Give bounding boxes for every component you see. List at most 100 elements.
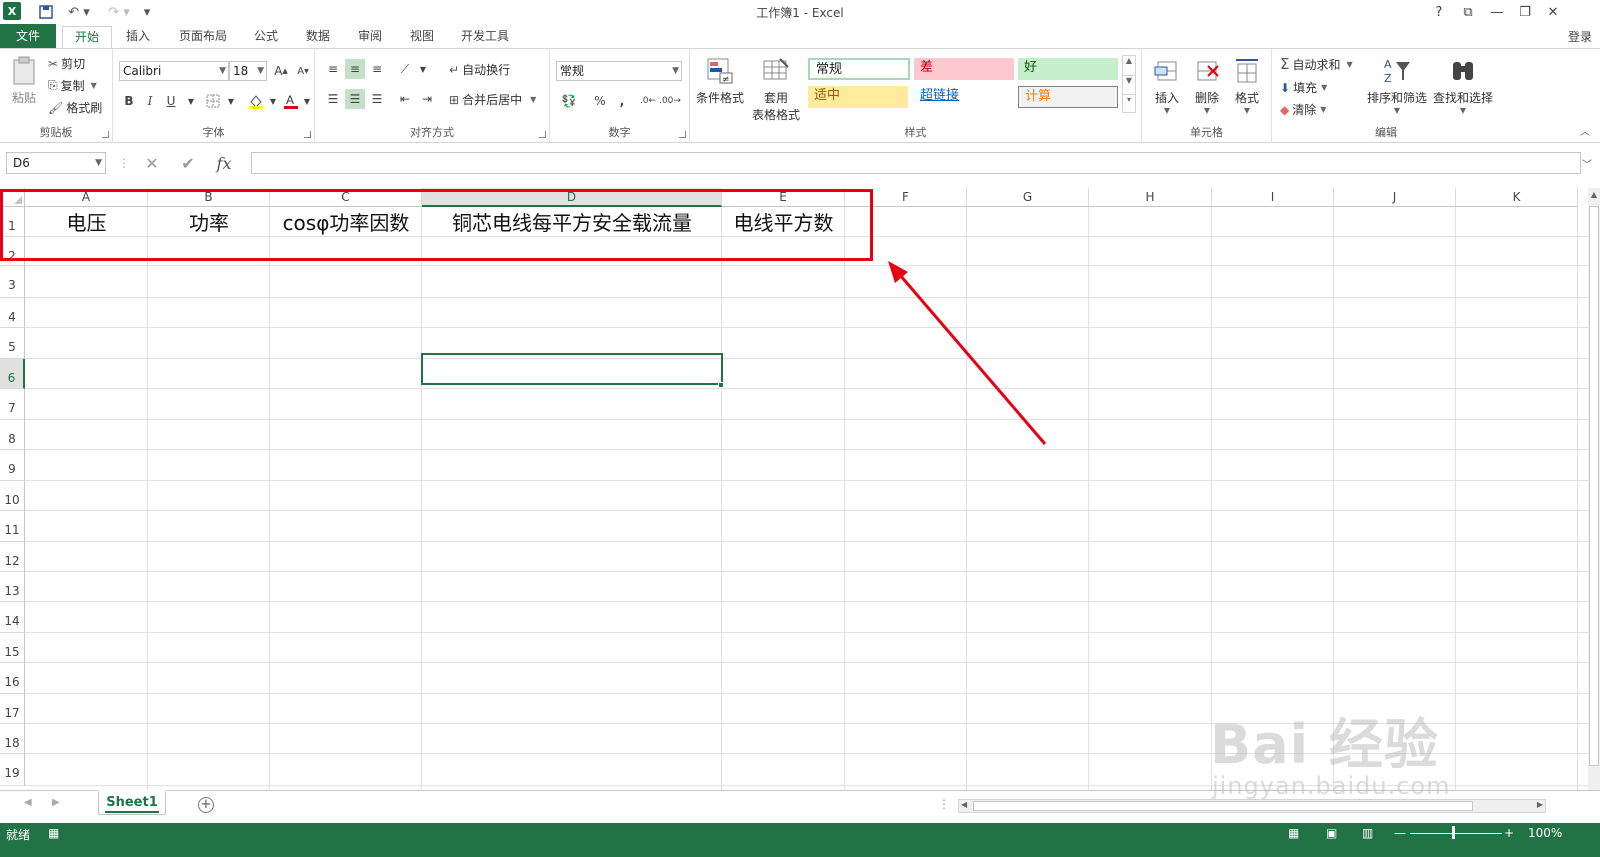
increase-indent-icon[interactable]: ⇥ (417, 89, 437, 109)
percent-button[interactable]: % (590, 91, 610, 111)
find-select-button[interactable]: 查找和选择 ▼ (1430, 55, 1496, 115)
vertical-scroll-thumb[interactable] (1589, 206, 1599, 766)
tab-page-layout[interactable]: 页面布局 (170, 26, 236, 49)
wrap-text-button[interactable]: ↵ 自动换行 (449, 61, 510, 78)
zoom-in-icon[interactable]: + (1504, 826, 1514, 840)
confirm-entry-icon[interactable]: ✔ (174, 152, 202, 174)
align-top-icon[interactable]: ≡ (323, 59, 343, 79)
style-calculation[interactable]: 计算 (1018, 86, 1118, 108)
increase-decimal-icon[interactable]: .0← (638, 91, 658, 111)
page-break-view-icon[interactable]: ▥ (1362, 826, 1373, 840)
clipboard-dialog-launcher[interactable] (102, 131, 109, 138)
tab-developer[interactable]: 开发工具 (452, 26, 518, 49)
merge-center-button[interactable]: ⊞ 合并后居中 ▼ (449, 91, 536, 108)
tab-review[interactable]: 审阅 (350, 26, 390, 49)
tab-file[interactable]: 文件 (0, 24, 56, 49)
next-sheet-icon[interactable]: ▶ (52, 797, 60, 808)
font-name-combo[interactable]: Calibri ▼ (119, 61, 229, 81)
chevron-down-icon[interactable]: ▼ (221, 91, 241, 111)
decrease-decimal-icon[interactable]: .00→ (659, 91, 681, 111)
comma-button[interactable]: , (612, 91, 632, 111)
insert-cells-button[interactable]: 插入 ▼ (1148, 55, 1186, 115)
cancel-entry-icon[interactable]: ✕ (138, 152, 166, 174)
name-box[interactable]: D6 ▼ (6, 152, 106, 174)
help-button[interactable]: ? (1426, 2, 1452, 22)
format-painter-button[interactable]: 🖌 格式刷 (48, 99, 102, 116)
chevron-down-icon[interactable]: ▼ (1123, 75, 1135, 94)
orientation-icon[interactable]: ⟋ (395, 59, 415, 79)
autosum-button[interactable]: Σ 自动求和 ▼ (1280, 55, 1353, 73)
collapse-ribbon-icon[interactable]: ︿ (1580, 123, 1590, 138)
scroll-right-icon[interactable]: ▶ (1537, 800, 1543, 809)
tab-formulas[interactable]: 公式 (246, 26, 286, 49)
scroll-left-icon[interactable]: ◀ (961, 800, 967, 809)
more-styles-icon[interactable]: ▾ (1123, 94, 1135, 112)
align-left-icon[interactable]: ☰ (323, 89, 343, 109)
horizontal-scrollbar[interactable]: ◀ ▶ (958, 799, 1546, 813)
paste-button[interactable]: 粘贴 (6, 55, 42, 106)
number-dialog-launcher[interactable] (679, 131, 686, 138)
align-bottom-icon[interactable]: ≡ (367, 59, 387, 79)
tab-home[interactable]: 开始 (62, 26, 112, 49)
cut-button[interactable]: ✂ 剪切 (48, 55, 85, 72)
decrease-indent-icon[interactable]: ⇤ (395, 89, 415, 109)
close-button[interactable]: ✕ (1540, 2, 1566, 22)
macro-record-icon[interactable]: ▦ (48, 826, 59, 840)
format-cells-button[interactable]: 格式 ▼ (1228, 55, 1266, 115)
chevron-down-icon[interactable]: ▼ (263, 91, 283, 111)
align-right-icon[interactable]: ☰ (367, 89, 387, 109)
align-middle-icon[interactable]: ≡ (345, 59, 365, 79)
styles-gallery-scroll[interactable]: ▲ ▼ ▾ (1122, 55, 1136, 113)
style-hyperlink[interactable]: 超链接 (914, 86, 1014, 108)
italic-button[interactable]: I (140, 91, 160, 111)
style-normal[interactable]: 常规 (808, 58, 910, 80)
delete-cells-button[interactable]: 删除 ▼ (1188, 55, 1226, 115)
formula-input[interactable] (251, 152, 1581, 174)
scroll-up-icon[interactable]: ▲ (1588, 190, 1600, 199)
chevron-down-icon[interactable]: ▼ (297, 91, 317, 111)
zoom-slider-track[interactable] (1410, 833, 1502, 834)
copy-button[interactable]: ⎘ 复制 ▼ (48, 77, 97, 94)
border-icon[interactable] (203, 91, 223, 111)
clear-button[interactable]: ◆ 清除 ▼ (1280, 101, 1326, 118)
style-good[interactable]: 好 (1018, 58, 1118, 80)
tab-insert[interactable]: 插入 (116, 26, 160, 49)
add-sheet-icon[interactable]: + (198, 797, 214, 813)
expand-formula-bar-icon[interactable]: ﹀ (1582, 156, 1592, 171)
restore-button[interactable]: ❐ (1512, 2, 1538, 22)
prev-sheet-icon[interactable]: ◀ (24, 797, 32, 808)
tab-view[interactable]: 视图 (402, 26, 442, 49)
shrink-font-icon[interactable]: A ▼ (293, 61, 313, 81)
style-neutral[interactable]: 适中 (808, 86, 908, 108)
worksheet-grid[interactable]: ABCDEFGHIJK 1 2 3 4 5 6 7 8 9 10 11 12 13 14 15 16 17 18 1… (0, 188, 1588, 808)
align-center-icon[interactable]: ☰ (345, 89, 365, 109)
page-layout-view-icon[interactable]: ▣ (1326, 826, 1337, 840)
minimize-button[interactable]: — (1484, 2, 1510, 22)
insert-function-icon[interactable]: fx (210, 152, 238, 174)
number-format-combo[interactable]: 常规 ▼ (556, 61, 682, 81)
font-size-combo[interactable]: 18 ▼ (229, 61, 267, 81)
style-bad[interactable]: 差 (914, 58, 1014, 80)
horizontal-scroll-thumb[interactable] (973, 801, 1473, 811)
conditional-format-button[interactable]: ≠ 条件格式 (694, 55, 746, 106)
alignment-dialog-launcher[interactable] (539, 131, 546, 138)
sheet-tab-sheet1[interactable]: Sheet1 (98, 790, 166, 815)
ribbon-display-options-button[interactable]: ⧉ (1455, 2, 1481, 22)
normal-view-icon[interactable]: ▦ (1288, 826, 1299, 840)
tab-splitter-icon[interactable]: ⋮ (938, 797, 950, 811)
vertical-scrollbar[interactable]: ▲ (1588, 188, 1600, 808)
tab-data[interactable]: 数据 (298, 26, 338, 49)
underline-button[interactable]: U (161, 91, 181, 111)
sort-filter-button[interactable]: AZ 排序和筛选 ▼ (1364, 55, 1430, 115)
font-dialog-launcher[interactable] (304, 131, 311, 138)
chevron-down-icon[interactable]: ▼ (413, 59, 433, 79)
chevron-up-icon[interactable]: ▲ (1123, 56, 1135, 75)
zoom-slider-thumb[interactable] (1452, 826, 1455, 839)
chevron-down-icon[interactable]: ▼ (181, 91, 201, 111)
grow-font-icon[interactable]: A ▲ (271, 61, 291, 81)
bold-button[interactable]: B (119, 91, 139, 111)
zoom-level[interactable]: 100% (1528, 826, 1562, 840)
currency-icon[interactable]: 💱 (556, 91, 582, 111)
format-as-table-button[interactable]: 套用 表格格式 (746, 55, 806, 123)
login-link[interactable]: 登录 (1568, 28, 1592, 45)
